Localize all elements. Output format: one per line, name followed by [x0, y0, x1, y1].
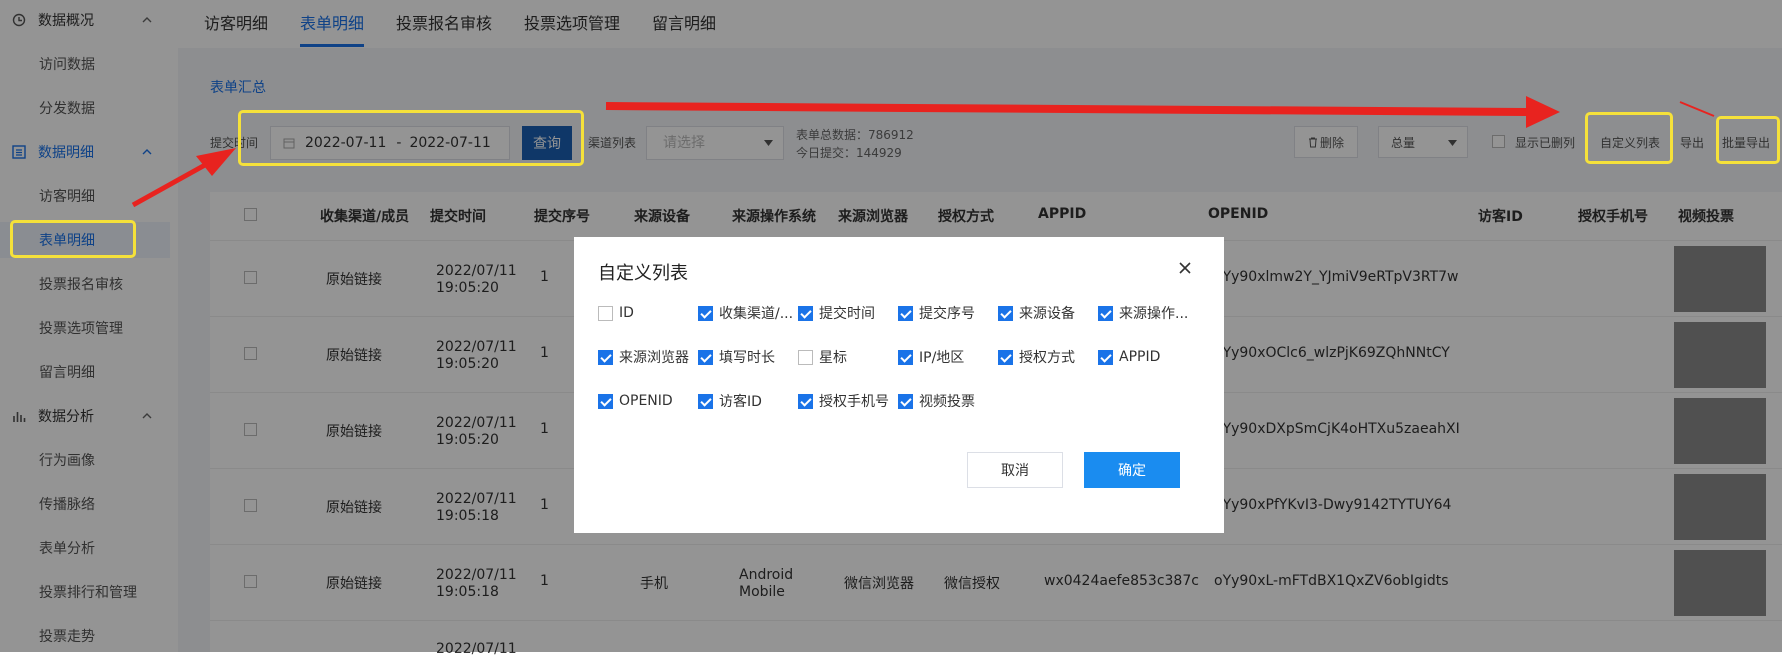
column-option-label: 授权手机号	[819, 394, 889, 410]
column-option-label: 访客ID	[719, 394, 762, 410]
checkbox-checked-icon[interactable]	[798, 305, 813, 321]
dialog-title: 自定义列表	[598, 263, 688, 284]
column-option-label: 星标	[819, 350, 847, 366]
column-option[interactable]: 来源设备	[998, 303, 1075, 323]
column-option-label: 来源设备	[1019, 306, 1075, 322]
column-option-label: 授权方式	[1019, 350, 1075, 366]
column-option[interactable]: 授权手机号	[798, 391, 889, 411]
annotation-highlight-custom-columns	[1585, 112, 1673, 164]
close-icon[interactable]	[1178, 261, 1192, 275]
checkbox-checked-icon[interactable]	[598, 393, 613, 409]
checkbox-checked-icon[interactable]	[1098, 305, 1113, 321]
column-option[interactable]: OPENID	[598, 391, 673, 411]
column-option-label: 提交序号	[919, 306, 975, 322]
checkbox-checked-icon[interactable]	[998, 349, 1013, 365]
column-option[interactable]: 来源浏览器	[598, 347, 689, 367]
column-option-label: 视频投票	[919, 394, 975, 410]
column-option-label: 提交时间	[819, 306, 875, 322]
column-option[interactable]: IP/地区	[898, 347, 964, 367]
checkbox-checked-icon[interactable]	[898, 393, 913, 409]
column-option-label: ID	[619, 305, 634, 321]
checkbox-checked-icon[interactable]	[898, 305, 913, 321]
cancel-button[interactable]: 取消	[967, 452, 1063, 488]
column-option-label: 来源浏览器	[619, 350, 689, 366]
column-option[interactable]: 视频投票	[898, 391, 975, 411]
column-option[interactable]: 星标	[798, 347, 847, 367]
checkbox-checked-icon[interactable]	[698, 349, 713, 365]
confirm-button[interactable]: 确定	[1084, 452, 1180, 488]
annotation-highlight-batch-export	[1716, 116, 1780, 164]
column-option-label: APPID	[1119, 349, 1161, 365]
checkbox-unchecked-icon[interactable]	[798, 349, 813, 365]
checkbox-checked-icon[interactable]	[898, 349, 913, 365]
checkbox-checked-icon[interactable]	[698, 305, 713, 321]
column-option-label: 收集渠道/...	[719, 306, 794, 322]
column-option-label: OPENID	[619, 393, 673, 409]
column-option[interactable]: 收集渠道/...	[698, 303, 793, 323]
checkbox-checked-icon[interactable]	[598, 349, 613, 365]
column-option[interactable]: ID	[598, 303, 634, 323]
column-option[interactable]: 提交序号	[898, 303, 975, 323]
checkbox-unchecked-icon[interactable]	[598, 305, 613, 321]
column-option[interactable]: 访客ID	[698, 391, 762, 411]
column-option[interactable]: 提交时间	[798, 303, 875, 323]
column-option-label: 填写时长	[719, 350, 775, 366]
checkbox-checked-icon[interactable]	[998, 305, 1013, 321]
column-option[interactable]: APPID	[1098, 347, 1160, 367]
checkbox-checked-icon[interactable]	[798, 393, 813, 409]
custom-columns-dialog: 自定义列表 ID 收集渠道/... 提交时间 提交序号 来源设备 来源操作... 来源浏览器…	[574, 237, 1224, 533]
column-option-label: IP/地区	[919, 350, 965, 366]
checkbox-checked-icon[interactable]	[698, 393, 713, 409]
checkbox-checked-icon[interactable]	[1098, 349, 1113, 365]
column-option-label: 来源操作...	[1119, 306, 1189, 322]
column-option[interactable]: 授权方式	[998, 347, 1075, 367]
annotation-highlight-date-filter	[238, 110, 584, 166]
column-option[interactable]: 填写时长	[698, 347, 775, 367]
column-option[interactable]: 来源操作...	[1098, 303, 1188, 323]
annotation-highlight-form-detail	[10, 220, 136, 258]
